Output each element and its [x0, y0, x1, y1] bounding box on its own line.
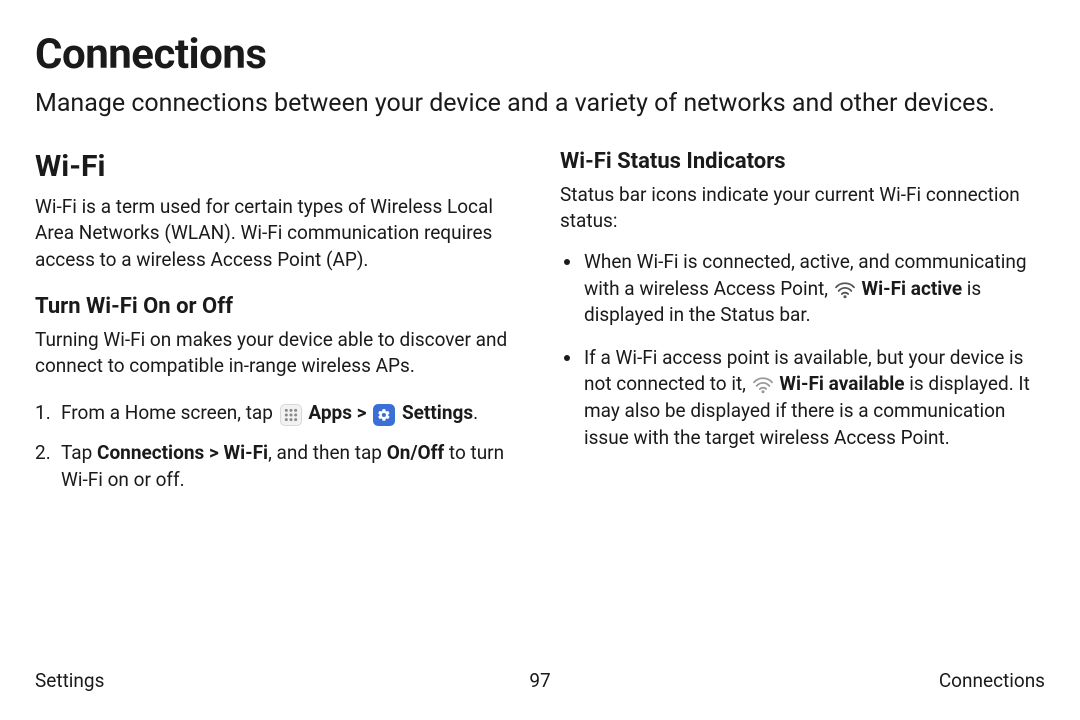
turn-wifi-heading: Turn Wi-Fi On or Off [35, 294, 520, 319]
turn-wifi-intro: Turning Wi-Fi on makes your device able … [35, 327, 520, 380]
step-1-end: . [473, 401, 478, 424]
status-indicators-heading: Wi-Fi Status Indicators [560, 149, 1045, 174]
footer-page-number: 97 [529, 669, 550, 692]
step-2-text-b: Connections > Wi-Fi [97, 441, 268, 464]
wifi-available-icon [752, 376, 774, 394]
bullet-1: When Wi-Fi is connected, active, and com… [560, 249, 1045, 329]
bullet-1-label: Wi-Fi active [857, 277, 962, 300]
footer-left: Settings [35, 669, 104, 692]
page-title: Connections [35, 30, 1045, 79]
settings-icon [373, 404, 395, 426]
step-2: Tap Connections > Wi-Fi, and then tap On… [35, 440, 520, 493]
page-subtitle: Manage connections between your device a… [35, 87, 1015, 121]
right-column: Wi-Fi Status Indicators Status bar icons… [560, 149, 1045, 512]
wifi-intro: Wi-Fi is a term used for certain types o… [35, 194, 520, 274]
bullet-2-label: Wi-Fi available [775, 372, 905, 395]
step-1-separator: > [352, 401, 371, 424]
status-indicators-intro: Status bar icons indicate your current W… [560, 182, 1045, 235]
apps-icon [280, 404, 302, 426]
step-2-text-c: , and then tap [268, 441, 387, 464]
left-column: Wi-Fi Wi-Fi is a term used for certain t… [35, 149, 520, 512]
step-1-settings-label: Settings [397, 401, 473, 424]
wifi-active-icon [834, 281, 856, 299]
step-2-text-a: Tap [61, 441, 97, 464]
content-columns: Wi-Fi Wi-Fi is a term used for certain t… [35, 149, 1045, 512]
steps-list: From a Home screen, tap Apps > Settings.… [35, 400, 520, 494]
bullet-2: If a Wi-Fi access point is available, bu… [560, 345, 1045, 451]
step-1-text-a: From a Home screen, tap [61, 401, 278, 424]
status-bullets: When Wi-Fi is connected, active, and com… [560, 249, 1045, 451]
step-1: From a Home screen, tap Apps > Settings. [35, 400, 520, 427]
wifi-heading: Wi-Fi [35, 149, 520, 184]
step-2-text-d: On/Off [387, 441, 445, 464]
page-footer: Settings 97 Connections [35, 669, 1045, 692]
step-1-apps-label: Apps [304, 401, 352, 424]
footer-right: Connections [939, 669, 1045, 692]
